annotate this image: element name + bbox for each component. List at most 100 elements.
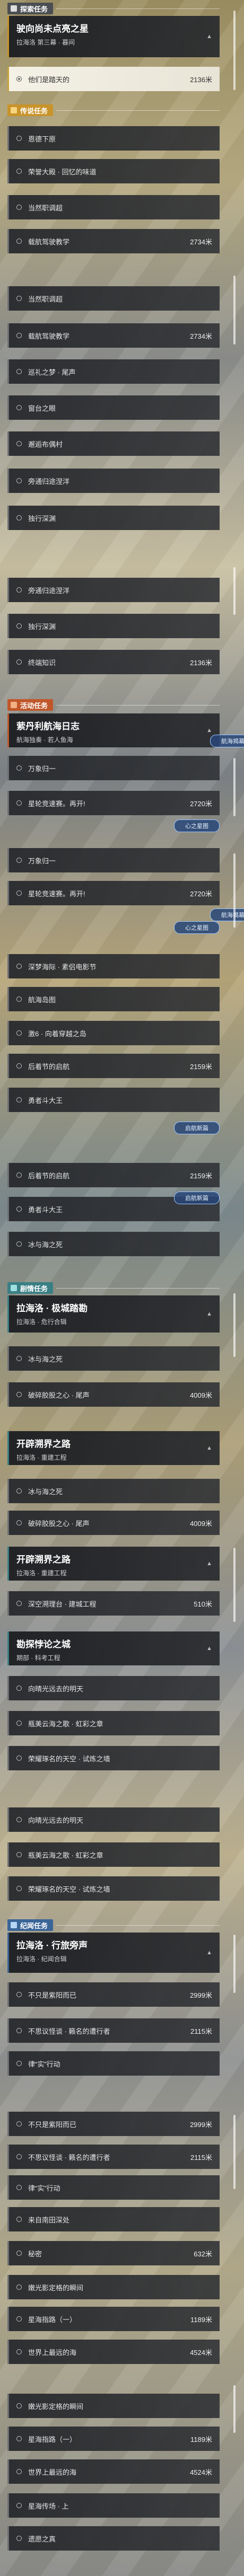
mission-label: 遗愿之真 [28,2535,56,2543]
mission-row[interactable]: 嫩光影定格的瞬间 [7,2394,220,2418]
mission-row[interactable]: 不只是紫阳而已 2999米 [7,1982,220,2007]
mission-row[interactable]: 不只是紫阳而已 2999米 [7,2112,220,2136]
scrollbar[interactable] [233,1293,236,1357]
mission-card-legend_main[interactable]: 驶向尚未点亮之星 拉海洛 第三幕 · 暮间 ▲ [7,16,220,57]
collapse-icon[interactable]: ▲ [206,1645,212,1652]
scrollbar[interactable] [233,1935,236,1993]
mission-row[interactable]: 荣耀琢名的天空 · 试炼之墙 [7,1746,220,1770]
mission-row[interactable]: 巡礼之梦 · 尾声 [7,359,220,384]
waypoint-icon [16,1686,22,1691]
badge-dash[interactable]: 心之星图 [174,819,220,832]
collapse-icon[interactable]: ▲ [206,1311,212,1317]
mission-row[interactable]: 律“实”行动 [7,2051,220,2076]
scrollbar[interactable] [233,2115,236,2189]
mission-row[interactable]: 邂逅布偶村 [7,431,220,456]
collapse-icon[interactable]: ▲ [206,33,212,40]
mission-label: 冰与海之死 [28,1240,63,1249]
section-header-daily[interactable]: 纪闻任务 [7,1919,220,1931]
mission-row[interactable]: 遗愿之真 [7,2526,220,2551]
badge-sail[interactable]: 航海揭幕 [210,735,244,747]
scrollbar[interactable] [233,853,236,928]
mission-card-story2[interactable]: 开辟溯界之路 拉海洛 · 重建工程 ▲ [7,1431,220,1465]
mission-row[interactable]: 终端知识 2136米 [7,650,220,674]
mission-card-event_hdr[interactable]: 萦丹利航海日志 航海独奏 · 若人鱼海 ▲ [7,713,220,747]
waypoint-icon [16,441,22,446]
mission-row[interactable]: 破碎胶股之心 · 尾声 4009米 [7,1511,220,1535]
mission-row[interactable]: 冰与海之死 [7,1346,220,1371]
mission-label: 邂逅布偶村 [28,440,63,448]
mission-row[interactable]: 律“实”行动 [7,2175,220,2200]
waypoint-icon [16,296,22,301]
mission-row[interactable]: 后着节的启航 2159米 [7,1163,220,1187]
mission-row[interactable]: 荣耀琢名的天空 · 试炼之墙 [7,1876,220,1901]
mission-row[interactable]: 星海指路（一） 1189米 [7,2307,220,2331]
badge-dash[interactable]: 心之星图 [174,921,220,934]
waypoint-icon [16,623,22,629]
mission-card-story1[interactable]: 拉海洛 · 极城踏勘 拉海洛 · 危行合辑 ▲ [7,1295,220,1333]
mission-row[interactable]: 星轮竞速赛。再开! 2720米 [7,791,220,815]
mission-title: 拉海洛 · 极城踏勘 [16,1303,88,1313]
mission-row[interactable]: 万象归一 [7,756,220,780]
mission-row[interactable]: 荣誉大殿 · 回忆的味道 [7,159,220,183]
section-header-legend[interactable]: 传说任务 [7,104,220,117]
mission-row[interactable]: 窗台之眼 [7,395,220,420]
collapse-icon[interactable]: ▲ [206,1949,212,1956]
scrollbar[interactable] [233,2385,236,2433]
mission-row[interactable]: 来自南田深处 [7,2207,220,2231]
scrollbar[interactable] [233,11,236,90]
mission-row[interactable]: 向晴光远去的明天 [7,1676,220,1700]
mission-card-daily_main[interactable]: 拉海洛 · 行旅旁声 拉海洛 · 纪闻合辑 ▲ [7,1933,220,1973]
badge-tome[interactable]: 启航新篇 [174,1122,220,1134]
mission-row[interactable]: 恩德下原 [7,126,220,151]
scrollbar[interactable] [233,276,236,345]
waypoint-icon [16,1392,22,1397]
section-header-event[interactable]: 活动任务 [7,699,220,711]
collapse-icon[interactable]: ▲ [206,1560,212,1567]
mission-row[interactable]: 星海传场 · 上 [7,2493,220,2518]
scrollbar[interactable] [233,567,236,615]
section-header-exploration[interactable]: 探索任务 [7,2,220,15]
mission-row[interactable]: 不思议怪谈 · 籁名的遭行者 2115米 [7,2018,220,2043]
mission-card-story3[interactable]: 开辟溯界之路 拉海洛 · 重建工程 ▲ [7,1547,220,1581]
mission-row[interactable]: 旁通归途涅洋 [7,578,220,602]
mission-row[interactable]: 秘密 632米 [7,2241,220,2265]
mission-row[interactable]: 嫩光影定格的瞬间 [7,2275,220,2299]
section-header-story[interactable]: 剧情任务 [7,1282,220,1294]
mission-row[interactable]: 向晴光远去的明天 [7,1807,220,1832]
mission-row[interactable]: 瓶美云海之歌 · 虹彩之章 [7,1711,220,1735]
mission-row[interactable]: 星海指路（一） 1189米 [7,2427,220,2451]
mission-row[interactable]: 勇者斗大王 [7,1088,220,1112]
mission-row[interactable]: 载航驾驶教学 2734米 [7,323,220,348]
mission-row[interactable]: 当然职调超 [7,195,220,219]
mission-row[interactable]: 万象归一 [7,848,220,872]
mission-row[interactable]: 独行深渊 [7,506,220,530]
mission-row[interactable]: 当然职调超 [7,286,220,311]
mission-row[interactable]: 破碎胶股之心 · 尾声 4009米 [7,1382,220,1407]
mission-row[interactable]: 冰与海之死 [7,1479,220,1503]
mission-row[interactable]: 旁通归途涅洋 [7,469,220,493]
mission-row[interactable]: 世界上最远的海 4524米 [7,2459,220,2484]
mission-row[interactable]: 瓶美云海之歌 · 虹彩之章 [7,1842,220,1867]
mission-row[interactable]: 不思议怪谈 · 籁名的遭行者 2115米 [7,2145,220,2169]
mission-row[interactable]: 深空溯理台 · 建城工程 510米 [7,1591,220,1616]
mission-row[interactable]: 星轮竞速赛。再开! 2720米 [7,881,220,905]
mission-label: 独行深渊 [28,514,56,523]
mission-row[interactable]: 深梦海际 · 素侣电影节 [7,954,220,978]
mission-row[interactable]: 他们是踏天的 2136米 [7,67,220,91]
mission-row[interactable]: 世界上最远的海 4524米 [7,2340,220,2364]
mission-row[interactable]: 冰与海之死 [7,1232,220,1256]
collapse-icon[interactable]: ▲ [206,1445,212,1451]
scrollbar[interactable] [233,1548,236,1622]
mission-row[interactable]: 独行深渊 [7,614,220,638]
mission-card-story4[interactable]: 勘探悖论之城 期部 · 科考工程 ▲ [7,1631,220,1665]
distance: 2159米 [190,1062,212,1071]
mission-row[interactable]: 航海岛图 [7,987,220,1011]
mission-label: 荣耀琢名的天空 · 试炼之墙 [28,1885,110,1893]
mission-row[interactable]: 载航驾驶教学 2734米 [7,229,220,253]
badge-sail[interactable]: 航海揭幕 [210,908,244,921]
scrollbar[interactable] [233,758,236,816]
badge-tome[interactable]: 启航新篇 [174,1192,220,1204]
collapse-icon[interactable]: ▲ [206,727,212,734]
mission-row[interactable]: 后着节的启航 2159米 [7,1054,220,1078]
mission-row[interactable]: 激6 · 向着穿越之岛 [7,1021,220,1045]
